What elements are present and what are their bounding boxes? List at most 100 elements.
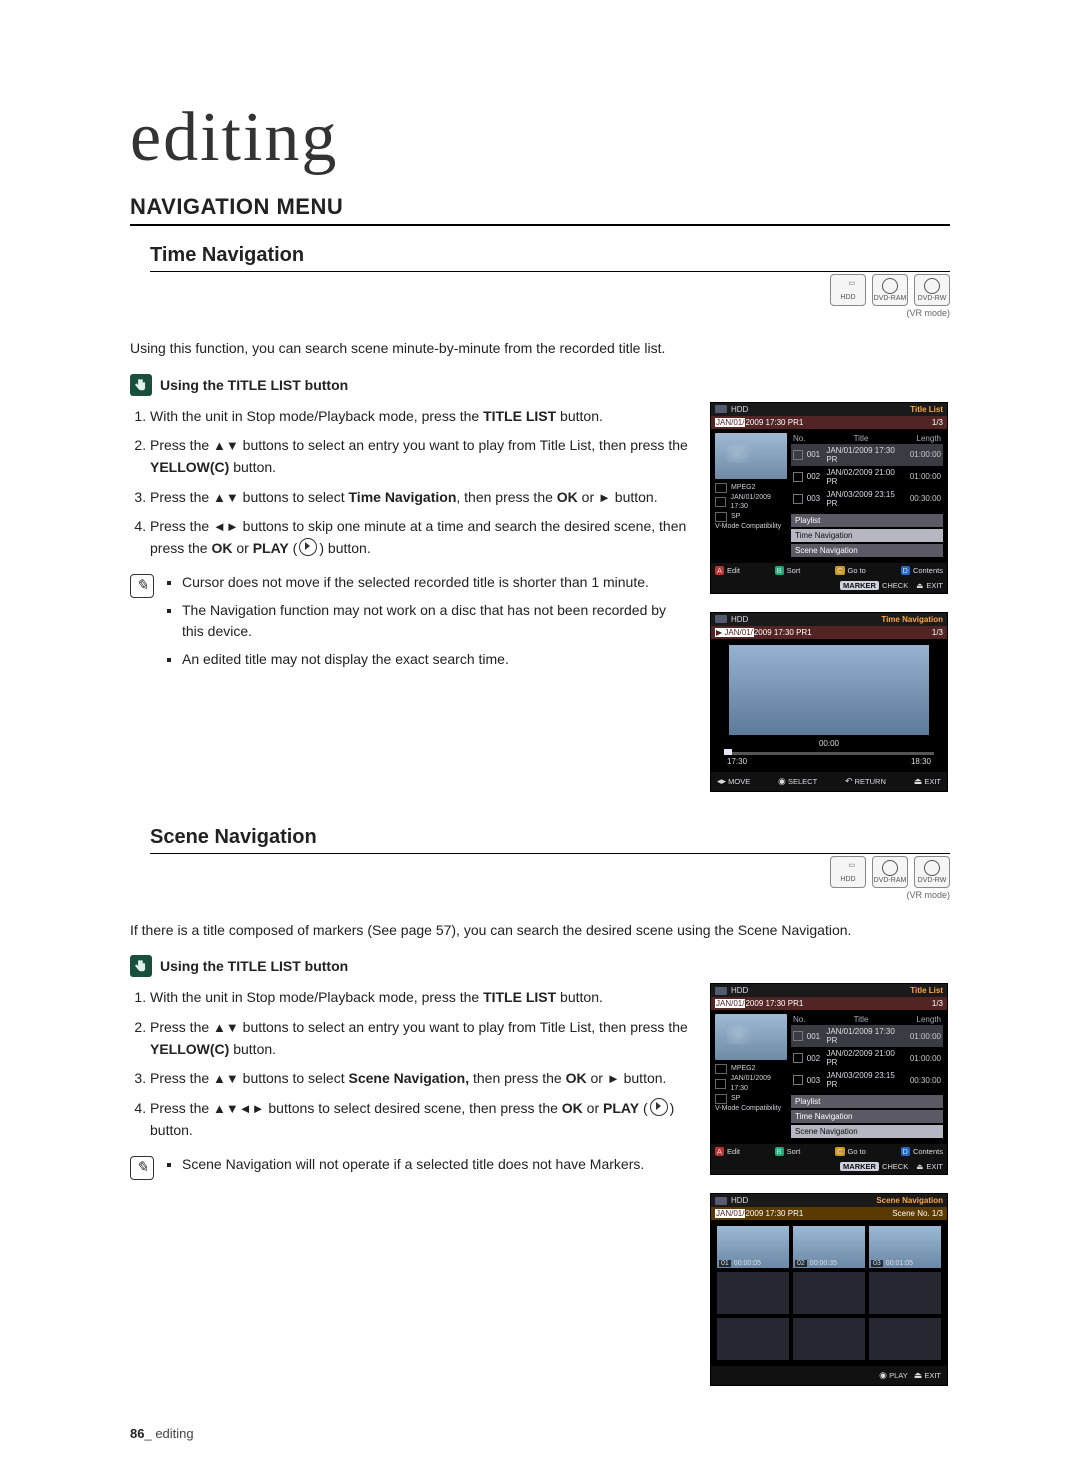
- up-down-arrow-icon: ▲▼: [213, 1071, 239, 1086]
- time-nav-intro: Using this function, you can search scen…: [130, 338, 950, 360]
- osd-scene-cell: [869, 1318, 941, 1360]
- badge-dvd-ram: DVD-RAM: [872, 274, 908, 306]
- osd-menu-playlist: Playlist: [791, 1095, 943, 1108]
- osd-scene-cell: 0200:00:35: [793, 1226, 865, 1268]
- disc-icon: [882, 278, 898, 294]
- osd-preview-thumb: [729, 645, 929, 735]
- note-icon: ✎: [130, 574, 154, 598]
- osd-scene-cell: [793, 1272, 865, 1314]
- osd-title-list-scenenav: HDDTitle List JAN/01/2009 17:30 PR11/3 M…: [710, 983, 948, 1175]
- step-3: Press the ▲▼ buttons to select Scene Nav…: [150, 1068, 688, 1090]
- osd-scene-cell: [793, 1318, 865, 1360]
- osd-menu-time-navigation: Time Navigation: [791, 529, 943, 542]
- osd-preview-thumb: [715, 1014, 787, 1060]
- badge-dvd-ram: DVD-RAM: [872, 856, 908, 888]
- badge-hdd: ▭HDD: [830, 274, 866, 306]
- subheading-time-navigation: Time Navigation: [150, 244, 950, 272]
- step-4: Press the ▲▼◄► buttons to select desired…: [150, 1098, 688, 1141]
- disc-icon: [924, 278, 940, 294]
- left-right-arrow-icon: ◂▸: [717, 776, 726, 786]
- section-heading-navigation-menu: NAVIGATION MENU: [130, 194, 950, 226]
- step-2: Press the ▲▼ buttons to select an entry …: [150, 435, 688, 478]
- osd-menu-playlist: Playlist: [791, 514, 943, 527]
- drive-icon: [715, 405, 727, 413]
- clock-icon: [715, 1079, 726, 1089]
- play-icon: [650, 1098, 668, 1116]
- osd-scene-cell: [869, 1272, 941, 1314]
- hdd-icon: ▭: [841, 279, 855, 293]
- clock-icon: [715, 497, 726, 507]
- step-1: With the unit in Stop mode/Playback mode…: [150, 987, 688, 1009]
- exit-icon: ⏏: [914, 1370, 923, 1380]
- up-down-arrow-icon: ▲▼: [213, 490, 239, 505]
- vr-mode-note: (VR mode): [830, 890, 950, 900]
- badge-dvd-rw: DVD-RW: [914, 856, 950, 888]
- page-number: 86: [130, 1426, 144, 1441]
- osd-title-row: 002JAN/02/2009 21:00 PR01:00:00: [791, 466, 943, 488]
- osd-preview-thumb: [715, 433, 787, 479]
- vr-mode-note: (VR mode): [830, 308, 950, 318]
- note-item: An edited title may not display the exac…: [182, 649, 688, 671]
- applicable-disc-badges: ▭HDD DVD-RAM DVD-RW (VR mode): [830, 854, 950, 900]
- right-arrow-icon: ►: [598, 490, 611, 505]
- scene-nav-intro: If there is a title composed of markers …: [130, 920, 950, 942]
- scene-nav-notes: ✎ Scene Navigation will not operate if a…: [130, 1154, 688, 1182]
- note-item: Scene Navigation will not operate if a s…: [182, 1154, 644, 1176]
- step-2: Press the ▲▼ buttons to select an entry …: [150, 1017, 688, 1060]
- osd-scene-cell: [717, 1318, 789, 1360]
- drive-icon: [715, 987, 727, 995]
- exit-icon: ⏏: [914, 776, 923, 786]
- osd-title-list-timenav: HDDTitle List JAN/01/2009 17:30 PR11/3 M…: [710, 402, 948, 594]
- osd-time-navigation: HDDTime Navigation ▶ JAN/01/2009 17:30 P…: [710, 612, 948, 792]
- codec-icon: [715, 483, 727, 493]
- ok-button-icon: ◉: [778, 776, 786, 786]
- osd-title-row: 001JAN/01/2009 17:30 PR01:00:00: [791, 444, 943, 466]
- scene-nav-touch-label: Using the TITLE LIST button: [160, 958, 348, 974]
- osd-title-row: 002JAN/02/2009 21:00 PR01:00:00: [791, 1047, 943, 1069]
- subheading-scene-navigation: Scene Navigation: [150, 826, 950, 854]
- chapter-title: editing: [130, 110, 950, 166]
- osd-scene-cell: 0300:01:05: [869, 1226, 941, 1268]
- left-right-arrow-icon: ◄►: [213, 519, 239, 534]
- drive-icon: [715, 1197, 727, 1205]
- osd-title-row: 001JAN/01/2009 17:30 PR01:00:00: [791, 1025, 943, 1047]
- scene-nav-touch-row: Using the TITLE LIST button: [130, 955, 950, 977]
- time-nav-steps: With the unit in Stop mode/Playback mode…: [130, 406, 688, 560]
- step-3: Press the ▲▼ buttons to select Time Navi…: [150, 487, 688, 509]
- scene-nav-steps: With the unit in Stop mode/Playback mode…: [130, 987, 688, 1141]
- time-nav-touch-label: Using the TITLE LIST button: [160, 377, 348, 393]
- osd-menu-scene-navigation: Scene Navigation: [791, 1125, 943, 1138]
- badge-hdd: ▭HDD: [830, 856, 866, 888]
- return-icon: ↶: [845, 776, 853, 786]
- osd-menu-scene-navigation: Scene Navigation: [791, 544, 943, 557]
- osd-menu-time-navigation: Time Navigation: [791, 1110, 943, 1123]
- time-nav-notes: ✎ Cursor does not move if the selected r…: [130, 572, 688, 677]
- note-icon: ✎: [130, 1156, 154, 1180]
- osd-title-row: 003JAN/03/2009 23:15 PR00:30:00: [791, 1069, 943, 1091]
- step-4: Press the ◄► buttons to skip one minute …: [150, 516, 688, 559]
- badge-dvd-rw: DVD-RW: [914, 274, 950, 306]
- up-down-arrow-icon: ▲▼: [213, 1020, 239, 1035]
- step-1: With the unit in Stop mode/Playback mode…: [150, 406, 688, 428]
- disc-icon: [882, 860, 898, 876]
- disc-icon: [924, 860, 940, 876]
- exit-icon: ⏏: [916, 1162, 923, 1171]
- drive-icon: [715, 615, 727, 623]
- note-item: Cursor does not move if the selected rec…: [182, 572, 688, 594]
- osd-timeline-bar: [724, 752, 934, 755]
- hand-touch-icon: [130, 374, 152, 396]
- osd-scene-cell: [717, 1272, 789, 1314]
- osd-title-row: 003JAN/03/2009 23:15 PR00:30:00: [791, 488, 943, 510]
- codec-icon: [715, 1064, 727, 1074]
- page-footer: 86_ editing: [130, 1426, 950, 1441]
- osd-scene-navigation: HDDScene Navigation JAN/01/2009 17:30 PR…: [710, 1193, 948, 1386]
- ok-button-icon: ◉: [879, 1370, 887, 1380]
- applicable-disc-badges: ▭HDD DVD-RAM DVD-RW (VR mode): [830, 272, 950, 318]
- quality-icon: [715, 512, 727, 522]
- play-icon: [299, 538, 317, 556]
- hand-touch-icon: [130, 955, 152, 977]
- right-arrow-icon: ►: [607, 1071, 620, 1086]
- hdd-icon: ▭: [841, 861, 855, 875]
- quality-icon: [715, 1094, 727, 1104]
- all-arrow-icon: ▲▼◄►: [213, 1101, 264, 1116]
